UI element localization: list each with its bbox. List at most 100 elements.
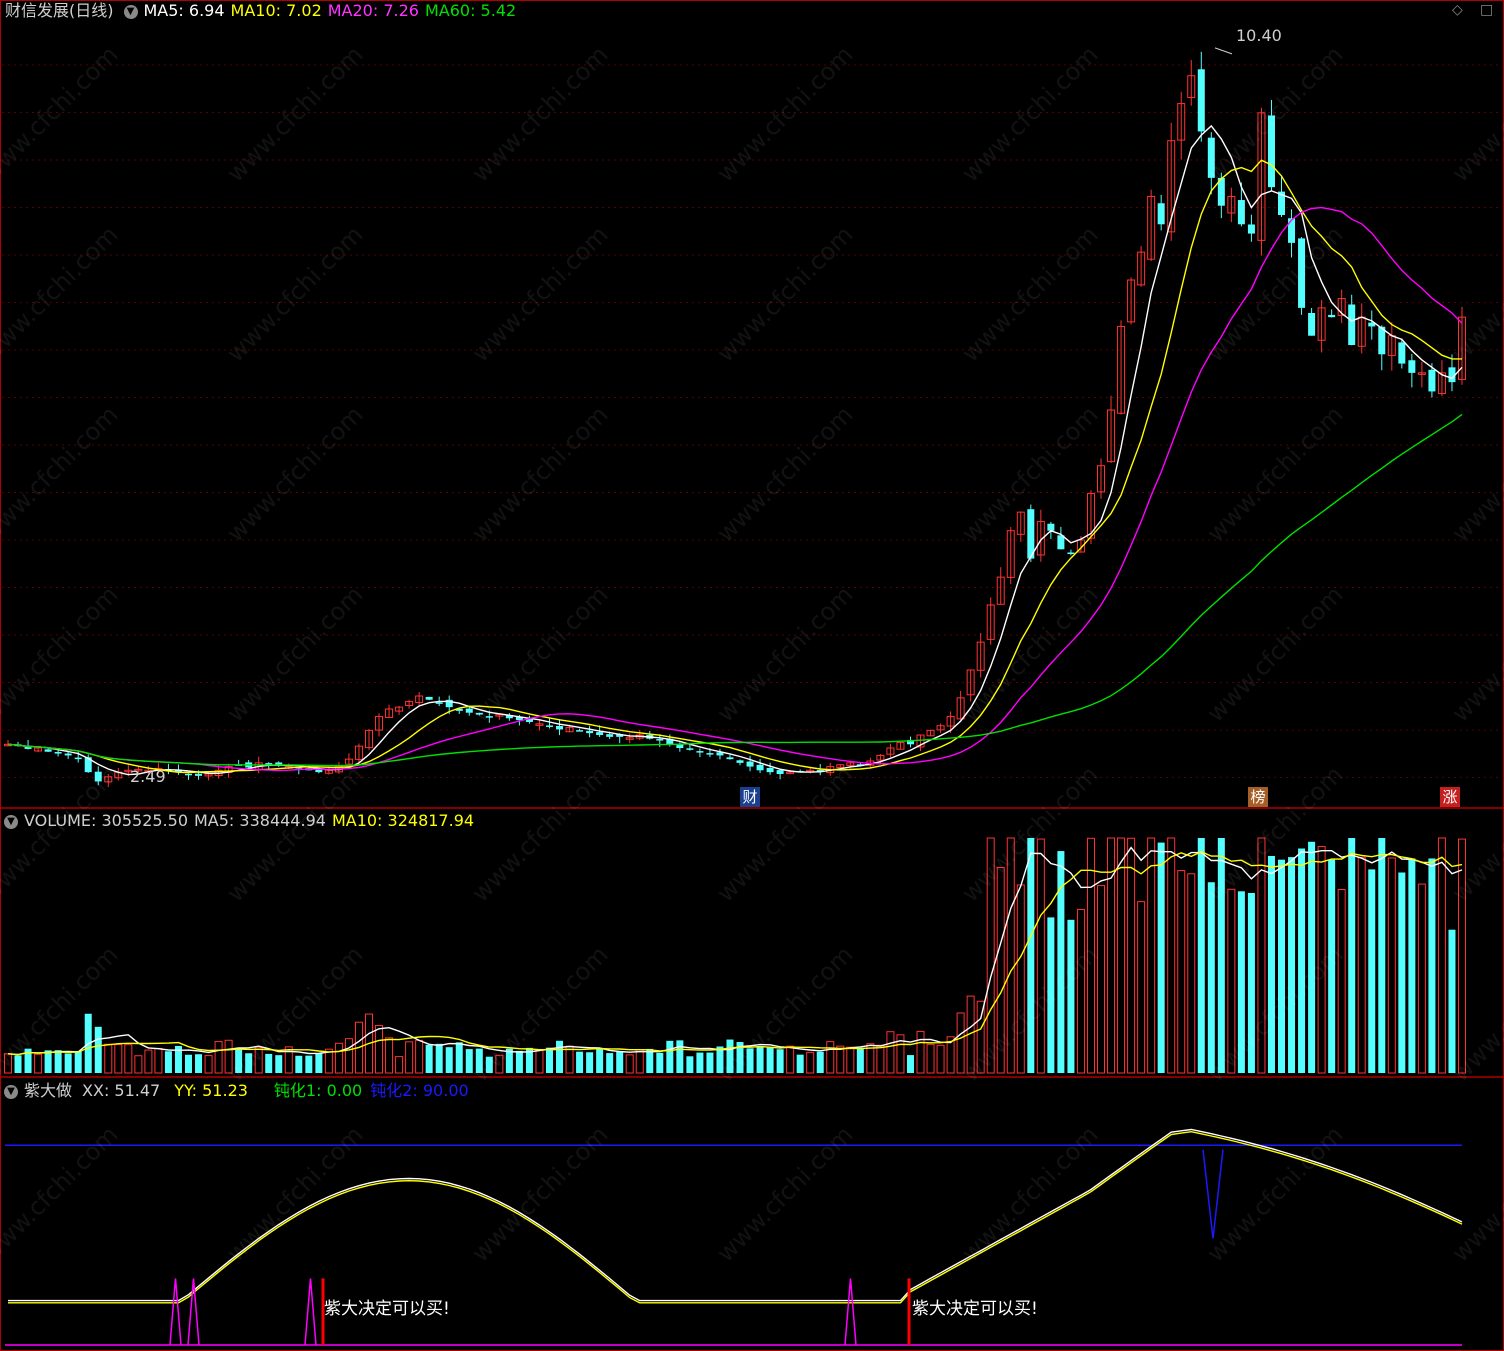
- volume-bar-up: [124, 1044, 133, 1074]
- volume-bar-down: [666, 1040, 674, 1073]
- ma10-label: MA10: 7.02: [230, 1, 322, 20]
- dun2-dip: [1202, 1149, 1224, 1239]
- volume-bar-down: [906, 1055, 914, 1073]
- volume-bar-down: [606, 1053, 614, 1073]
- volume-bar-down: [616, 1051, 624, 1073]
- candle-body-down: [1027, 509, 1035, 559]
- volume-bar-up: [886, 1031, 895, 1074]
- candle-body-down: [1428, 369, 1436, 392]
- candle-body-down: [1308, 312, 1316, 336]
- volume-bar-down: [1308, 841, 1316, 1073]
- volume-bar-down: [756, 1046, 764, 1073]
- volume-bar-up: [926, 1043, 935, 1074]
- volume-bar-down: [1278, 859, 1286, 1073]
- candle-body-down: [195, 773, 203, 776]
- volume-bar-down: [696, 1052, 704, 1073]
- volume-bar-down: [245, 1053, 253, 1073]
- dun1-spike: [304, 1278, 317, 1346]
- volume-bar-up: [846, 1046, 855, 1074]
- indicator-panel-header: ▼ 紫大做 XX: 51.47 YY: 51.23 钝化1: 0.00 钝化2: 90.0…: [0, 1080, 475, 1102]
- candle-body-down: [1207, 137, 1215, 178]
- candle-body-down: [736, 760, 744, 763]
- volume-bar-down: [746, 1048, 754, 1073]
- volume-bar-down: [706, 1052, 714, 1073]
- volume-bar-up: [836, 1045, 845, 1074]
- volume-bar-down: [776, 1049, 784, 1073]
- volume-bar-down: [1267, 855, 1275, 1073]
- volume-bar-down: [1428, 858, 1436, 1073]
- diamond-icon[interactable]: ◇: [1452, 2, 1463, 18]
- candle-body-down: [556, 726, 564, 730]
- indicator-name[interactable]: 紫大做: [24, 1081, 72, 1100]
- candle-body-down: [1398, 342, 1406, 364]
- volume-bar-up: [1076, 908, 1085, 1074]
- event-badge-cai[interactable]: 财: [740, 787, 760, 807]
- volume-bar-up: [1187, 873, 1196, 1074]
- volume-bar-down: [796, 1054, 804, 1073]
- volume-bar-up: [4, 1053, 12, 1074]
- ma60-line: [7, 413, 1463, 767]
- window-icon[interactable]: □: [1480, 2, 1493, 18]
- volume-bar-down: [576, 1051, 584, 1073]
- candle-body-down: [425, 696, 433, 700]
- dun1-spike: [187, 1278, 200, 1346]
- volume-bar-down: [1207, 882, 1215, 1073]
- volume-bar-up: [1006, 837, 1015, 1074]
- volume-bar-up: [1117, 837, 1126, 1074]
- volume-bar-down: [475, 1048, 483, 1073]
- volume-bar-down: [195, 1054, 203, 1073]
- volume-bar-up: [1016, 884, 1025, 1074]
- volume-bar-down: [596, 1048, 604, 1073]
- volume-bar-down: [1368, 869, 1376, 1073]
- volume-bar-down: [14, 1055, 22, 1073]
- volume-bar-up: [114, 1044, 123, 1074]
- volume-label: VOLUME: 305525.50: [24, 811, 188, 830]
- settings-icon[interactable]: ▼: [123, 4, 138, 19]
- candle-body-down: [696, 751, 704, 753]
- volume-bar-down: [295, 1055, 303, 1073]
- volume-bar-down: [1378, 838, 1386, 1073]
- volume-bar-down: [545, 1047, 553, 1073]
- volume-bar-down: [716, 1046, 724, 1073]
- volume-bar-down: [1348, 838, 1356, 1073]
- candle-body-down: [726, 757, 734, 760]
- dun2-label: 钝化2: 90.00: [370, 1081, 469, 1100]
- volume-bar-down: [485, 1056, 493, 1073]
- event-badge-zhang[interactable]: 涨: [1440, 787, 1460, 807]
- volume-bar-up: [1086, 837, 1095, 1074]
- volume-bar-up: [916, 1030, 925, 1074]
- volume-bar-down: [515, 1050, 523, 1073]
- volume-bar-down: [1057, 851, 1065, 1073]
- chart-stage[interactable]: 财信发展(日线) ▼ MA5: 6.94 MA10: 7.02 MA20: 7.26 MA…: [0, 0, 1504, 1351]
- volume-bar-up: [876, 1044, 885, 1074]
- volume-bar-up: [1227, 888, 1236, 1074]
- volume-bar-down: [586, 1052, 594, 1073]
- volume-settings-icon[interactable]: ▼: [4, 814, 18, 829]
- volume-bar-down: [1298, 848, 1306, 1073]
- kline-chart[interactable]: [0, 0, 1504, 1351]
- volume-bar-up: [786, 1045, 795, 1074]
- volume-bar-down: [1288, 857, 1296, 1073]
- volume-ma5-label: MA5: 338444.94: [194, 811, 326, 830]
- volume-bar-down: [54, 1050, 62, 1073]
- candle-body-down: [576, 730, 584, 732]
- indicator-settings-icon[interactable]: ▼: [4, 1084, 18, 1099]
- ma20-label: MA20: 7.26: [327, 1, 419, 20]
- volume-bar-down: [1047, 917, 1055, 1073]
- low-price-label: 2.49: [130, 767, 166, 786]
- volume-bar-down: [44, 1050, 52, 1073]
- volume-bar-down: [265, 1053, 273, 1073]
- volume-bar-down: [1247, 892, 1255, 1073]
- volume-bar-up: [1147, 837, 1156, 1074]
- volume-bar-up: [996, 866, 1005, 1074]
- candle-body-down: [1197, 69, 1205, 132]
- candle-body-down: [1298, 238, 1306, 308]
- volume-bar-up: [1417, 883, 1426, 1074]
- volume-bar-up: [334, 1042, 343, 1074]
- event-badge-bang[interactable]: 榜: [1248, 787, 1268, 807]
- high-price-label: 10.40: [1236, 26, 1282, 45]
- volume-bar-down: [1067, 919, 1075, 1073]
- volume-bar-up: [956, 1012, 965, 1074]
- candle-body-down: [545, 725, 553, 727]
- stock-name[interactable]: 财信发展(日线): [5, 1, 114, 20]
